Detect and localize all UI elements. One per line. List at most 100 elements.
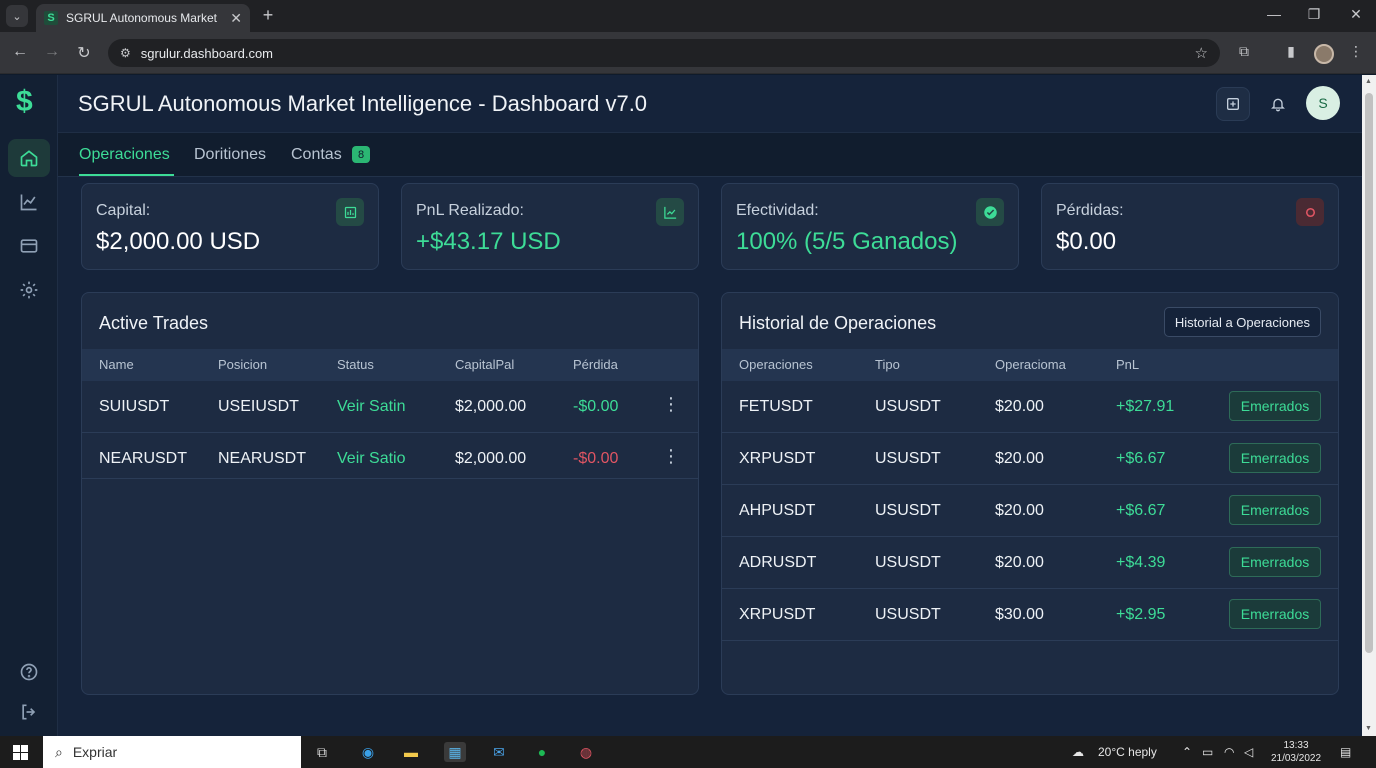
window-close-button[interactable]: ✕	[1346, 6, 1366, 23]
col-name: Name	[99, 357, 134, 372]
col-capital: CapitalPal	[455, 357, 515, 372]
browser-menu-icon[interactable]: ⋮	[1346, 43, 1366, 60]
notifications-button[interactable]	[1261, 87, 1295, 121]
battery-icon[interactable]: ▭	[1202, 745, 1213, 759]
file-explorer-icon[interactable]: ▬	[400, 742, 422, 762]
contas-count-badge: 8	[352, 146, 370, 163]
sidebar-item-help[interactable]	[8, 653, 50, 691]
bell-icon	[1271, 98, 1285, 112]
tab-contas[interactable]: Contas	[291, 146, 342, 164]
pnl-card: PnL Realizado: +$43.17 USD	[401, 183, 699, 270]
user-avatar[interactable]: S	[1306, 86, 1340, 120]
table-row[interactable]: SUIUSDT USEIUSDT Veir Satin $2,000.00 -$…	[82, 381, 698, 433]
notification-center-icon[interactable]: ▤	[1340, 745, 1351, 759]
url-text: sgrulur.dashboard.com	[140, 45, 274, 61]
tray-chevron-icon[interactable]: ⌃	[1182, 745, 1192, 759]
active-trades-title: Active Trades	[99, 313, 209, 333]
start-button[interactable]	[13, 745, 28, 760]
tab-bar: Operaciones Doritiones Contas 8	[58, 133, 1362, 177]
active-tab-indicator	[79, 174, 174, 176]
capital-value: $2,000.00 USD	[96, 228, 261, 255]
task-view-icon[interactable]: ⧉	[311, 742, 333, 762]
side-panel-icon[interactable]: ▮	[1281, 43, 1301, 60]
status-badge[interactable]: Emerrados	[1229, 391, 1321, 421]
trade-name: SUIUSDT	[99, 398, 170, 415]
col-operaciones: Operaciones	[739, 357, 813, 372]
site-settings-icon[interactable]: ⚙	[120, 46, 131, 60]
taskbar-clock[interactable]: 13:33 21/03/2022	[1268, 739, 1324, 765]
screen-button[interactable]	[1216, 87, 1250, 121]
forward-button[interactable]: →	[42, 43, 62, 61]
history-pnl: +$4.39	[1116, 554, 1166, 571]
weather-text[interactable]: 20°C heply	[1098, 745, 1157, 759]
scroll-down-icon[interactable]: ▼	[1365, 725, 1372, 732]
address-bar[interactable]: ⚙ sgrulur.dashboard.com ☆	[108, 39, 1220, 67]
table-row[interactable]: ADRUSDT USUSDT $20.00 +$4.39 Emerrados	[722, 537, 1338, 589]
table-row[interactable]: XRPUSDT USUSDT $30.00 +$2.95 Emerrados	[722, 589, 1338, 641]
history-amount: $20.00	[995, 398, 1044, 415]
browser-profile-avatar[interactable]	[1314, 44, 1334, 64]
history-type: USUSDT	[875, 450, 941, 467]
edge-icon[interactable]: ◉	[357, 742, 379, 762]
table-row[interactable]: NEARUSDT NEARUSDT Veir Satio $2,000.00 -…	[82, 433, 698, 479]
sidebar-item-analytics[interactable]	[8, 183, 50, 221]
extensions-icon[interactable]: ⧉	[1234, 43, 1254, 60]
tab-doritiones[interactable]: Doritiones	[194, 146, 266, 164]
page-title: SGRUL Autonomous Market Intelligence - D…	[78, 91, 648, 116]
row-menu-icon[interactable]: ⋮	[662, 447, 680, 465]
trade-position: NEARUSDT	[218, 450, 307, 467]
active-trades-panel: Active Trades Name Posicion Status Capit…	[81, 292, 699, 695]
back-button[interactable]: ←	[10, 43, 30, 61]
new-tab-button[interactable]: +	[258, 5, 278, 26]
bookmark-star-icon[interactable]: ☆	[1195, 44, 1208, 62]
weather-icon[interactable]: ☁	[1072, 745, 1084, 759]
sidebar-item-settings[interactable]	[8, 271, 50, 309]
status-badge[interactable]: Emerrados	[1229, 547, 1321, 577]
trade-loss: -$0.00	[573, 398, 619, 415]
col-posicion: Posicion	[218, 357, 268, 372]
app-icon[interactable]: ◍	[575, 742, 597, 762]
status-badge[interactable]: Emerrados	[1229, 443, 1321, 473]
efectividad-value: 100% (5/5 Ganados)	[736, 228, 958, 255]
capital-label: Capital:	[96, 202, 151, 219]
scroll-up-icon[interactable]: ▲	[1365, 78, 1372, 85]
sidebar-item-wallet[interactable]	[8, 227, 50, 265]
restore-button[interactable]: ❐	[1304, 6, 1324, 23]
wifi-icon[interactable]: ◠	[1224, 745, 1234, 759]
status-badge[interactable]: Emerrados	[1229, 495, 1321, 525]
check-icon	[976, 198, 1004, 226]
history-type: USUSDT	[875, 606, 941, 623]
history-title: Historial de Operaciones	[739, 313, 937, 333]
store-icon[interactable]: ▦	[444, 742, 466, 762]
sidebar-item-home[interactable]	[8, 139, 50, 177]
spotify-icon[interactable]: ●	[531, 742, 553, 762]
mail-icon[interactable]: ✉	[488, 742, 510, 762]
trade-loss: -$0.00	[573, 450, 619, 467]
taskbar-search[interactable]: ⌕ Expriar	[43, 736, 301, 768]
status-badge[interactable]: Emerrados	[1229, 599, 1321, 629]
tab-search-button[interactable]: ⌄	[6, 5, 28, 27]
table-row[interactable]: XRPUSDT USUSDT $20.00 +$6.67 Emerrados	[722, 433, 1338, 485]
app-logo: $	[16, 85, 33, 118]
reload-button[interactable]: ↻	[74, 43, 94, 63]
tab-close-icon[interactable]: ✕	[230, 10, 242, 27]
sidebar-item-logout[interactable]	[8, 693, 50, 731]
clock-date: 21/03/2022	[1270, 753, 1322, 764]
table-row[interactable]: FETUSDT USUSDT $20.00 +$27.91 Emerrados	[722, 381, 1338, 433]
history-pnl: +$27.91	[1116, 398, 1175, 415]
trade-capital: $2,000.00	[455, 450, 527, 467]
page-scrollbar[interactable]: ▲ ▼	[1362, 75, 1376, 736]
browser-tab[interactable]: S SGRUL Autonomous Market Intelligence -…	[36, 4, 250, 32]
table-row[interactable]: AHPUSDT USUSDT $20.00 +$6.67 Emerrados	[722, 485, 1338, 537]
history-button[interactable]: Historial a Operaciones	[1163, 307, 1321, 337]
volume-icon[interactable]: ◁	[1244, 745, 1253, 759]
clock-time: 13:33	[1283, 740, 1309, 751]
tab-operaciones[interactable]: Operaciones	[79, 146, 170, 164]
minimize-button[interactable]: —	[1264, 6, 1284, 22]
row-menu-icon[interactable]: ⋮	[662, 395, 680, 413]
history-amount: $30.00	[995, 606, 1044, 623]
scroll-thumb[interactable]	[1365, 93, 1373, 653]
windows-taskbar: ⌕ Expriar ⧉ ◉ ▬ ▦ ✉ ● ◍ ☁ 20°C heply ⌃ ▭…	[0, 736, 1376, 768]
history-op: XRPUSDT	[739, 450, 816, 467]
history-pnl: +$6.67	[1116, 450, 1166, 467]
